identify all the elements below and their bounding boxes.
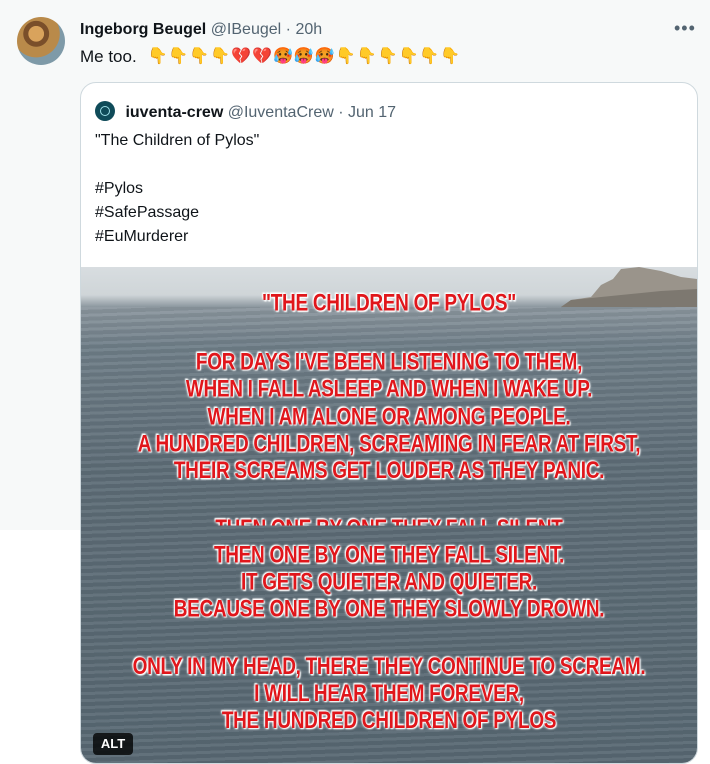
quoted-media-image[interactable]: "THE CHILDREN OF PYLOS" FOR DAYS I'VE BE… [81,267,697,763]
quoted-text-line [95,153,259,177]
tweet-text-body: Me too. [80,47,137,66]
poem-line: FOR DAYS I'VE BEEN LISTENING TO THEM, [195,348,583,376]
hashtag-link[interactable]: #SafePassage [95,201,259,225]
emoji-sequence: 👇👇👇👇💔💔🥵🥵🥵👇👇👇👇👇👇 [147,48,462,65]
quoted-tweet-card[interactable]: iuventa-crew @IuventaCrew · Jun 17 "The … [80,82,698,764]
hashtag-link[interactable]: #EuMurderer [95,225,259,249]
poem-line: BECAUSE ONE BY ONE THEY SLOWLY DROWN. [173,595,605,623]
quoted-author-handle: @IuventaCrew [227,104,334,121]
poem-line-partial: THEN ONE BY ONE THEY FALL SILENT [81,515,697,525]
more-horizontal-icon[interactable]: ••• [674,18,696,39]
separator-dot: · [285,21,291,38]
tweet-text: Me too. 👇👇👇👇💔💔🥵🥵🥵👇👇👇👇👇👇 [80,45,461,69]
quoted-tweet-header: iuventa-crew @IuventaCrew · Jun 17 [95,101,396,123]
quoted-tweet-text: "The Children of Pylos" #Pylos #SafePass… [95,129,259,249]
poem-line: I WILL HEAR THEM FOREVER, [254,680,524,708]
poem-line: THEN ONE BY ONE THEY FALL SILENT. [213,542,565,570]
quoted-author-name: iuventa-crew [125,104,224,121]
iuventa-logo-icon [95,101,115,121]
poem-line: THE HUNDRED CHILDREN OF PYLOS [221,707,557,735]
quoted-tweet-date: Jun 17 [348,104,397,121]
poem-line: ONLY IN MY HEAD, THERE THEY CONTINUE TO … [132,653,646,681]
quoted-text-line: "The Children of Pylos" [95,132,260,149]
tweet-header: Ingeborg Beugel @IBeugel · 20h [80,20,322,40]
poem-line: "THE CHILDREN OF PYLOS" [262,290,516,317]
avatar[interactable] [17,17,65,65]
author-handle[interactable]: @IBeugel [211,21,282,38]
separator-dot: · [338,104,344,121]
poem-line: WHEN I AM ALONE OR AMONG PEOPLE. [207,403,571,431]
poem-line: IT GETS QUIETER AND QUIETER. [241,569,537,596]
alt-text-badge[interactable]: ALT [93,733,133,755]
poem-line: THEIR SCREAMS GET LOUDER AS THEY PANIC. [173,457,605,485]
poem-line: WHEN I FALL ASLEEP AND WHEN I WAKE UP. [185,375,593,403]
hashtag-link[interactable]: #Pylos [95,177,259,201]
poem-line: A HUNDRED CHILDREN, SCREAMING IN FEAR AT… [137,430,641,458]
author-name[interactable]: Ingeborg Beugel [80,21,206,38]
tweet-timestamp[interactable]: 20h [295,21,322,38]
